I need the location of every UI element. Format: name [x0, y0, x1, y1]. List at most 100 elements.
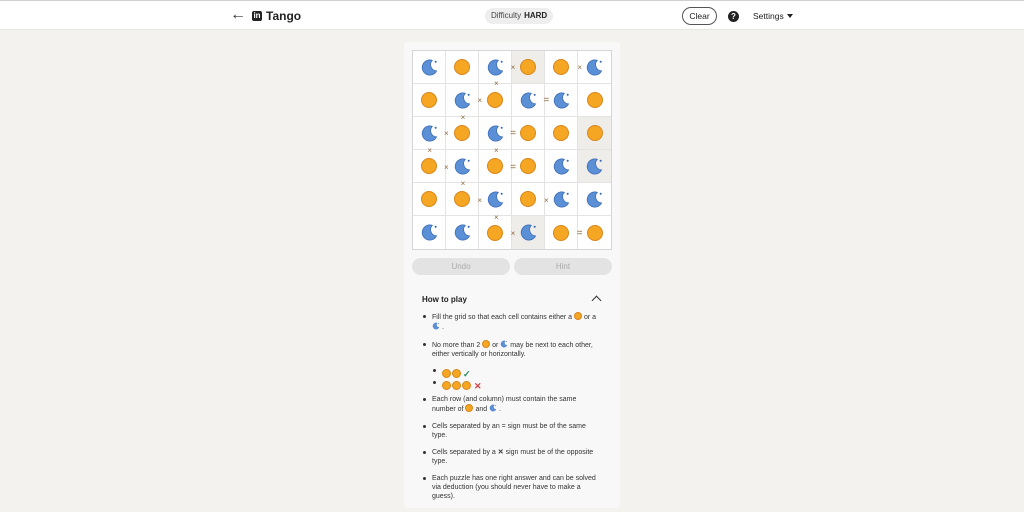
rule-text: No more than 2	[432, 342, 481, 349]
grid-cell[interactable]	[578, 150, 611, 183]
rule-text: Cells separated by a	[432, 449, 496, 456]
grid-cell[interactable]	[545, 150, 578, 183]
sun-icon	[482, 340, 491, 348]
grid-cell[interactable]	[446, 51, 479, 84]
moon-icon	[486, 124, 505, 143]
rule-equal-sign: Cells separated by an = sign must be of …	[422, 422, 602, 440]
grid-cell[interactable]	[479, 183, 512, 216]
rule-text: Fill the grid so that each cell contains…	[432, 314, 573, 321]
sun-icon	[574, 312, 583, 320]
moon-icon	[489, 404, 497, 412]
grid-cell[interactable]	[545, 183, 578, 216]
example-invalid: ✕	[422, 376, 602, 391]
grid-cell[interactable]	[413, 216, 446, 249]
grid-cell[interactable]	[479, 150, 512, 183]
grid-cell[interactable]	[578, 183, 611, 216]
sun-icon	[520, 125, 536, 141]
moon-icon	[500, 340, 508, 348]
difficulty-value: HARD	[524, 11, 548, 20]
grid-cell[interactable]	[545, 117, 578, 150]
grid-cell[interactable]	[446, 150, 479, 183]
tango-grid	[412, 50, 612, 250]
grid-cell[interactable]	[512, 216, 545, 249]
moon-icon	[420, 223, 439, 242]
settings-menu[interactable]: Settings	[753, 11, 793, 21]
grid-cell[interactable]	[413, 183, 446, 216]
settings-label: Settings	[753, 11, 784, 21]
game-title: Tango	[266, 9, 302, 23]
grid-cell[interactable]	[578, 216, 611, 249]
sun-icon	[553, 224, 569, 241]
undo-button[interactable]: Undo	[412, 258, 510, 275]
sun-icon	[520, 158, 536, 174]
grid-cell[interactable]	[512, 117, 545, 150]
question-icon[interactable]: ?	[728, 11, 739, 22]
sun-icon	[487, 224, 503, 241]
moon-icon	[552, 91, 571, 110]
sun-icon	[421, 158, 437, 174]
clear-button[interactable]: Clear	[682, 7, 717, 25]
grid-cell[interactable]	[446, 216, 479, 249]
grid-cell[interactable]	[446, 183, 479, 216]
rule-no-more-than-two: No more than 2 or may be next to each ot…	[422, 340, 602, 359]
chevron-up-icon[interactable]	[591, 295, 602, 306]
how-to-play-title: How to play	[422, 294, 467, 304]
grid-cell[interactable]	[545, 84, 578, 117]
moon-icon	[519, 91, 538, 110]
grid-cell[interactable]	[545, 216, 578, 249]
moon-icon	[453, 91, 472, 110]
grid-cell[interactable]	[479, 216, 512, 249]
moon-icon	[453, 157, 472, 176]
rule-balanced: Each row (and column) must contain the s…	[422, 395, 602, 414]
sun-icon	[487, 92, 503, 108]
moon-icon	[552, 190, 571, 209]
sun-icon	[452, 381, 461, 390]
sun-icon	[520, 59, 536, 75]
grid-cell[interactable]	[512, 183, 545, 216]
grid-cell[interactable]	[479, 117, 512, 150]
moon-icon	[453, 223, 472, 242]
grid-cell[interactable]	[413, 117, 446, 150]
cross-icon: ✕	[474, 381, 482, 391]
moon-icon	[519, 223, 538, 242]
moon-icon	[585, 157, 604, 176]
top-bar: ← in Tango Difficulty HARD Clear ? Setti…	[0, 0, 1024, 30]
chevron-down-icon	[786, 14, 793, 18]
grid-cell[interactable]	[446, 117, 479, 150]
rule-text: or	[492, 342, 499, 349]
moon-icon	[585, 58, 604, 77]
sun-icon	[553, 125, 569, 141]
grid-cell[interactable]	[578, 84, 611, 117]
grid-cell[interactable]	[413, 51, 446, 84]
rule-text: .	[499, 406, 501, 413]
moon-icon	[585, 190, 604, 209]
grid-cell[interactable]	[578, 51, 611, 84]
sun-icon	[442, 381, 451, 390]
sun-icon	[465, 404, 474, 412]
sun-icon	[454, 125, 470, 141]
grid-cell[interactable]	[413, 150, 446, 183]
grid-cell[interactable]	[512, 51, 545, 84]
grid-cell[interactable]	[446, 84, 479, 117]
sun-icon	[586, 224, 603, 241]
grid-cell[interactable]	[578, 117, 611, 150]
grid-cell[interactable]	[545, 51, 578, 84]
grid-cell[interactable]	[512, 84, 545, 117]
grid-cell[interactable]	[413, 84, 446, 117]
difficulty-label: Difficulty	[491, 11, 522, 20]
game-brand: in Tango	[252, 9, 301, 23]
moon-icon	[432, 322, 440, 330]
game-panel: × × × = × = × = × × × = × × × × × × Undo Hint How to play…	[404, 42, 620, 508]
how-to-play-header[interactable]: How to play	[422, 294, 602, 306]
grid-cell[interactable]	[479, 51, 512, 84]
action-buttons: Undo Hint	[412, 258, 612, 275]
rule-text: Each row (and column) must contain the s…	[432, 396, 577, 413]
rule-text: and	[475, 406, 488, 413]
rule-text: Each puzzle has one right answer and can…	[432, 475, 596, 500]
grid-cell[interactable]	[512, 150, 545, 183]
hint-button[interactable]: Hint	[514, 258, 612, 275]
grid-cell[interactable]	[479, 84, 512, 117]
sun-icon	[586, 92, 603, 108]
arrow-left-icon[interactable]: ←	[230, 7, 246, 23]
sun-icon	[462, 381, 471, 390]
